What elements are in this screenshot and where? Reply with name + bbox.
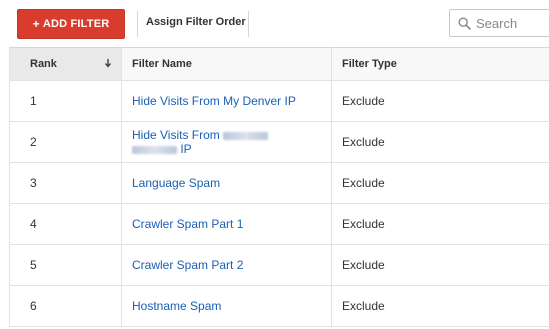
filters-table-container: Rank Filter Name Filter Type 1 Hide Visi… (9, 47, 549, 327)
table-row: 5 Crawler Spam Part 2 Exclude (9, 244, 549, 286)
row-filter-type: Exclude (331, 80, 549, 122)
filter-name-link[interactable]: Crawler Spam Part 2 (132, 258, 243, 272)
search-icon (458, 16, 471, 30)
column-header-filter-type[interactable]: Filter Type (331, 47, 549, 81)
row-rank: 3 (9, 162, 122, 204)
row-filter-type: Exclude (331, 121, 549, 163)
row-filter-type: Exclude (331, 285, 549, 327)
row-rank: 6 (9, 285, 122, 327)
filter-name-link[interactable]: Hide Visits From IP (132, 128, 269, 156)
row-filter-type: Exclude (331, 244, 549, 286)
row-rank: 5 (9, 244, 122, 286)
table-row: 4 Crawler Spam Part 1 Exclude (9, 203, 549, 245)
add-filter-plus: + (32, 17, 40, 31)
row-filter-type: Exclude (331, 162, 549, 204)
add-filter-button[interactable]: + ADD FILTER (17, 9, 125, 39)
redacted-text (223, 131, 269, 140)
table-header-row: Rank Filter Name Filter Type (9, 47, 549, 81)
toolbar-divider (248, 11, 249, 37)
redacted-text (132, 145, 177, 154)
add-filter-label: ADD FILTER (42, 18, 110, 30)
row-rank: 1 (9, 80, 122, 122)
table-row: 6 Hostname Spam Exclude (9, 285, 549, 327)
toolbar-divider (137, 11, 138, 37)
toolbar: + ADD FILTER Assign Filter Order (0, 0, 549, 47)
assign-filter-order-button[interactable]: Assign Filter Order (146, 16, 246, 28)
row-rank: 4 (9, 203, 122, 245)
column-header-filter-name[interactable]: Filter Name (121, 47, 332, 81)
table-row: 1 Hide Visits From My Denver IP Exclude (9, 80, 549, 122)
row-rank: 2 (9, 121, 122, 163)
column-header-rank-label: Rank (30, 58, 57, 70)
filter-name-part: Hide Visits From (132, 128, 220, 142)
filters-table: Rank Filter Name Filter Type 1 Hide Visi… (9, 47, 549, 327)
table-row: 3 Language Spam Exclude (9, 162, 549, 204)
filter-name-part: IP (180, 142, 192, 156)
filter-name-link[interactable]: Language Spam (132, 176, 220, 190)
row-filter-type: Exclude (331, 203, 549, 245)
table-row: 2 Hide Visits From IP Exclude (9, 121, 549, 163)
search-input[interactable] (476, 15, 549, 31)
filter-name-link[interactable]: Hostname Spam (132, 299, 221, 313)
column-header-rank[interactable]: Rank (9, 47, 122, 81)
sort-down-icon (104, 58, 112, 71)
filter-name-link[interactable]: Crawler Spam Part 1 (132, 217, 243, 231)
search-box[interactable] (449, 9, 549, 37)
filter-name-link[interactable]: Hide Visits From My Denver IP (132, 94, 296, 108)
